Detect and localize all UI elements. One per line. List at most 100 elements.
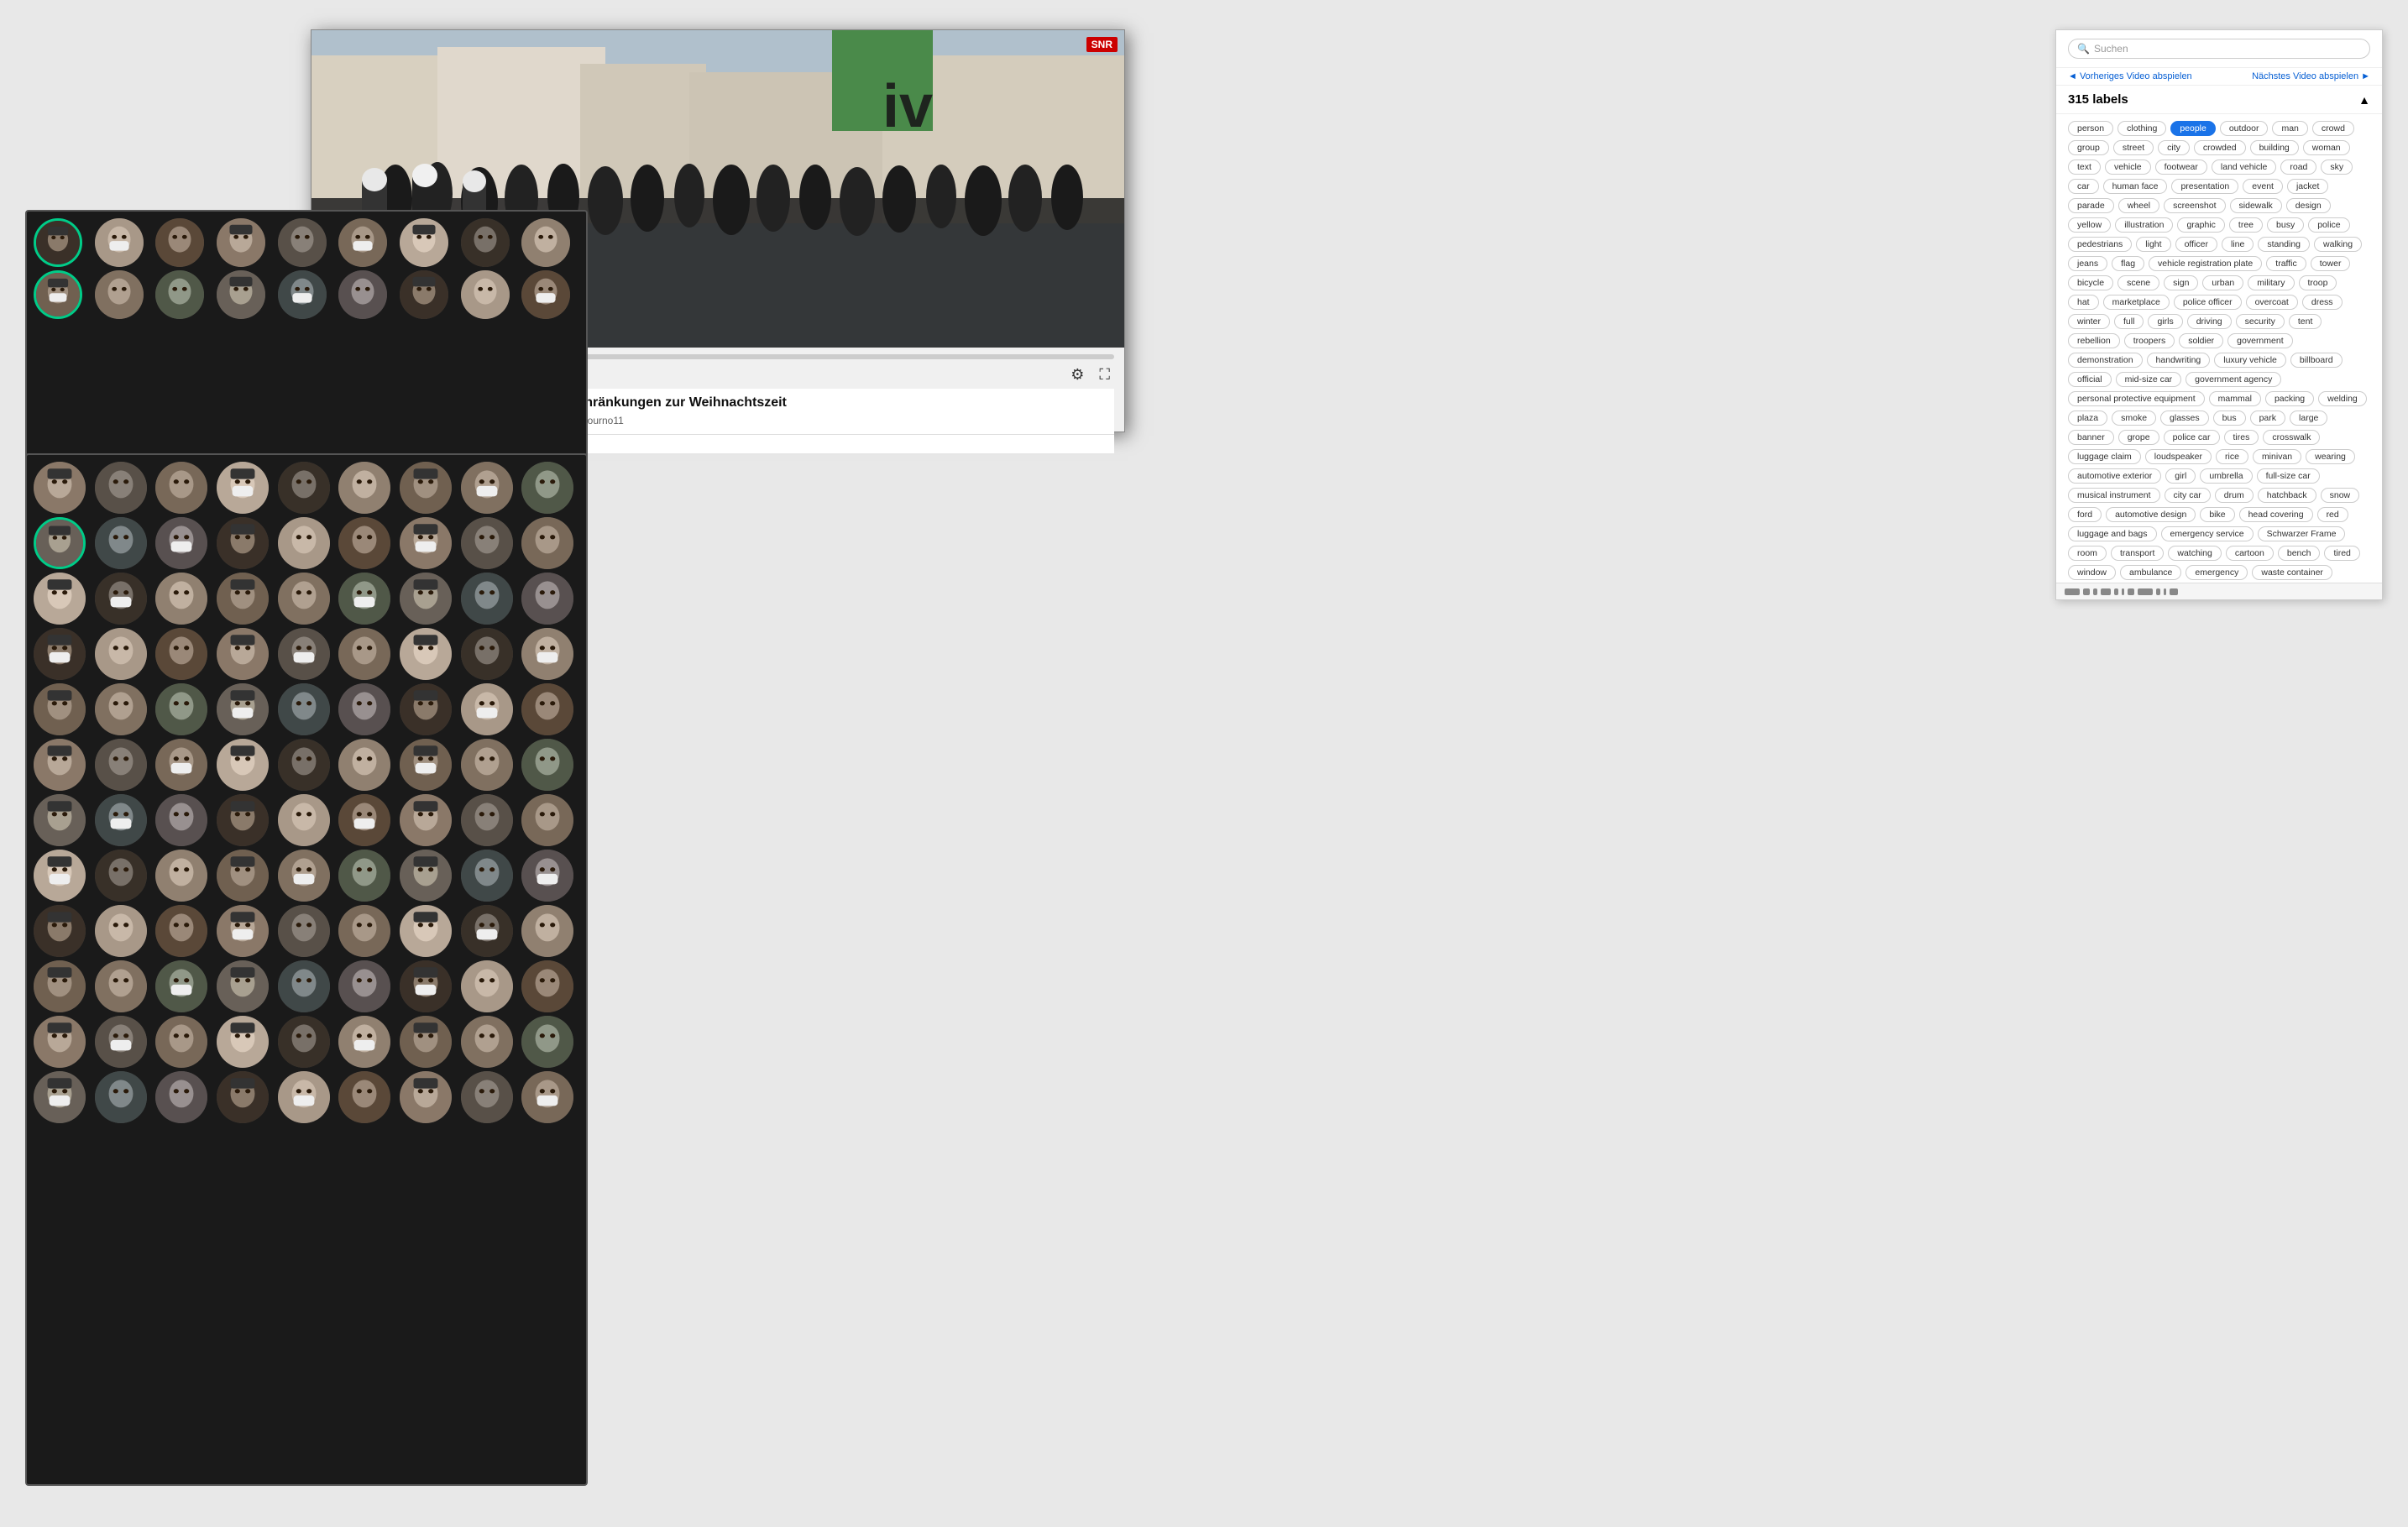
face-circle[interactable]	[217, 462, 269, 514]
label-tag[interactable]: full-size car	[2257, 468, 2320, 484]
face-circle[interactable]	[461, 462, 513, 514]
label-tag[interactable]: car	[2068, 179, 2099, 194]
face-circle[interactable]	[400, 905, 452, 957]
face-circle[interactable]	[34, 1016, 86, 1068]
label-tag[interactable]: emergency service	[2161, 526, 2254, 541]
label-tag[interactable]: musical instrument	[2068, 488, 2160, 503]
face-circle[interactable]	[278, 1016, 330, 1068]
face-circle[interactable]	[461, 1071, 513, 1123]
face-circle[interactable]	[521, 218, 570, 267]
label-tag[interactable]: text	[2068, 159, 2101, 175]
face-circle[interactable]	[338, 1071, 390, 1123]
label-tag[interactable]: graphic	[2177, 217, 2224, 233]
face-circle[interactable]	[521, 628, 573, 680]
face-circle[interactable]	[338, 517, 390, 569]
face-circle[interactable]	[338, 462, 390, 514]
face-circle[interactable]	[217, 1016, 269, 1068]
face-circle[interactable]	[34, 218, 82, 267]
label-tag[interactable]: welding	[2318, 391, 2367, 406]
label-tag[interactable]: woman	[2303, 140, 2350, 155]
label-tag[interactable]: police	[2308, 217, 2349, 233]
face-circle[interactable]	[155, 794, 207, 846]
label-tag[interactable]: tired	[2324, 546, 2359, 561]
label-tag[interactable]: yellow	[2068, 217, 2111, 233]
label-tag[interactable]: walking	[2314, 237, 2362, 252]
label-tag[interactable]: umbrella	[2200, 468, 2252, 484]
face-circle[interactable]	[278, 960, 330, 1012]
label-tag[interactable]: automotive design	[2106, 507, 2196, 522]
label-tag[interactable]: human face	[2103, 179, 2168, 194]
label-tag[interactable]: Schwarzer Frame	[2258, 526, 2346, 541]
label-tag[interactable]: loudspeaker	[2145, 449, 2212, 464]
face-circle[interactable]	[95, 517, 147, 569]
face-circle[interactable]	[278, 905, 330, 957]
face-circle[interactable]	[34, 270, 82, 319]
face-circle[interactable]	[338, 1016, 390, 1068]
label-tag[interactable]: street	[2113, 140, 2154, 155]
face-circle[interactable]	[338, 218, 387, 267]
label-tag[interactable]: snow	[2321, 488, 2360, 503]
face-circle[interactable]	[521, 850, 573, 902]
label-tag[interactable]: parade	[2068, 198, 2114, 213]
face-circle[interactable]	[155, 462, 207, 514]
label-tag[interactable]: hat	[2068, 295, 2099, 310]
face-circle[interactable]	[217, 573, 269, 625]
face-circle[interactable]	[521, 683, 573, 735]
face-circle[interactable]	[278, 462, 330, 514]
face-circle[interactable]	[34, 905, 86, 957]
label-tag[interactable]: transport	[2111, 546, 2164, 561]
face-circle[interactable]	[155, 683, 207, 735]
next-video-btn[interactable]: Nächstes Video abspielen ►	[2252, 71, 2370, 81]
face-circle[interactable]	[34, 850, 86, 902]
face-circle[interactable]	[400, 683, 452, 735]
label-tag[interactable]: crowded	[2194, 140, 2246, 155]
label-tag[interactable]: presentation	[2171, 179, 2238, 194]
label-tag[interactable]: road	[2280, 159, 2316, 175]
face-circle[interactable]	[400, 739, 452, 791]
label-tag[interactable]: mid-size car	[2116, 372, 2182, 387]
face-circle[interactable]	[155, 218, 204, 267]
face-circle[interactable]	[95, 683, 147, 735]
label-tag[interactable]: automotive exterior	[2068, 468, 2161, 484]
face-circle[interactable]	[338, 628, 390, 680]
label-tag[interactable]: tree	[2229, 217, 2263, 233]
face-circle[interactable]	[521, 1016, 573, 1068]
face-circle[interactable]	[34, 517, 86, 569]
label-tag[interactable]: vehicle registration plate	[2149, 256, 2262, 271]
label-tag[interactable]: bench	[2278, 546, 2321, 561]
label-tag[interactable]: outdoor	[2220, 121, 2269, 136]
label-tag[interactable]: line	[2222, 237, 2254, 252]
face-circle[interactable]	[95, 218, 144, 267]
face-circle[interactable]	[95, 1016, 147, 1068]
label-tag[interactable]: girls	[2148, 314, 2182, 329]
face-circle[interactable]	[400, 270, 448, 319]
face-circle[interactable]	[338, 794, 390, 846]
label-tag[interactable]: man	[2272, 121, 2307, 136]
face-circle[interactable]	[278, 517, 330, 569]
settings-button[interactable]: ⚙	[1066, 364, 1088, 385]
face-circle[interactable]	[155, 850, 207, 902]
label-tag[interactable]: land vehicle	[2212, 159, 2276, 175]
face-circle[interactable]	[338, 683, 390, 735]
label-tag[interactable]: full	[2114, 314, 2144, 329]
face-circle[interactable]	[95, 794, 147, 846]
label-tag[interactable]: tires	[2224, 430, 2259, 445]
face-circle[interactable]	[461, 960, 513, 1012]
face-circle[interactable]	[34, 462, 86, 514]
label-tag[interactable]: sidewalk	[2230, 198, 2282, 213]
face-circle[interactable]	[461, 218, 510, 267]
label-tag[interactable]: winter	[2068, 314, 2110, 329]
label-tag[interactable]: jeans	[2068, 256, 2107, 271]
face-circle[interactable]	[461, 739, 513, 791]
label-tag[interactable]: bike	[2200, 507, 2234, 522]
face-circle[interactable]	[400, 462, 452, 514]
face-circle[interactable]	[155, 270, 204, 319]
label-tag[interactable]: building	[2250, 140, 2299, 155]
label-tag[interactable]: clothing	[2117, 121, 2166, 136]
face-circle[interactable]	[217, 794, 269, 846]
label-tag[interactable]: soldier	[2179, 333, 2223, 348]
label-tag[interactable]: standing	[2258, 237, 2310, 252]
face-circle[interactable]	[34, 794, 86, 846]
face-circle[interactable]	[155, 905, 207, 957]
label-tag[interactable]: wearing	[2306, 449, 2355, 464]
